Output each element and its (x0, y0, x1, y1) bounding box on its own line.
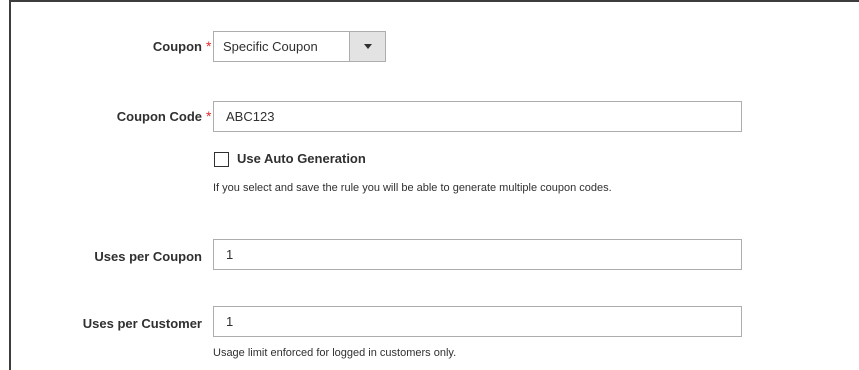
triangle-down-icon (363, 44, 372, 49)
dropdown-toggle[interactable] (349, 32, 385, 61)
uses-per-coupon-label: Uses per Coupon (94, 249, 202, 264)
required-mark: * (206, 38, 212, 54)
uses-per-coupon-input[interactable]: 1 (213, 239, 742, 270)
form-panel: Coupon * Specific Coupon Coupon Code * A… (9, 0, 859, 370)
required-mark: * (206, 108, 212, 124)
coupon-select[interactable]: Specific Coupon (213, 31, 386, 62)
coupon-code-label: Coupon Code (116, 109, 202, 124)
auto-generation-note: If you select and save the rule you will… (213, 182, 612, 194)
uses-per-customer-note: Usage limit enforced for logged in custo… (213, 347, 457, 359)
coupon-select-value: Specific Coupon (223, 39, 318, 54)
auto-generation-label[interactable]: Use Auto Generation (237, 151, 366, 166)
auto-generation-checkbox[interactable] (214, 152, 229, 167)
coupon-label: Coupon (152, 39, 202, 54)
uses-per-customer-input[interactable]: 1 (213, 306, 742, 337)
coupon-code-input[interactable]: ABC123 (213, 101, 742, 132)
uses-per-customer-label: Uses per Customer (82, 316, 202, 331)
